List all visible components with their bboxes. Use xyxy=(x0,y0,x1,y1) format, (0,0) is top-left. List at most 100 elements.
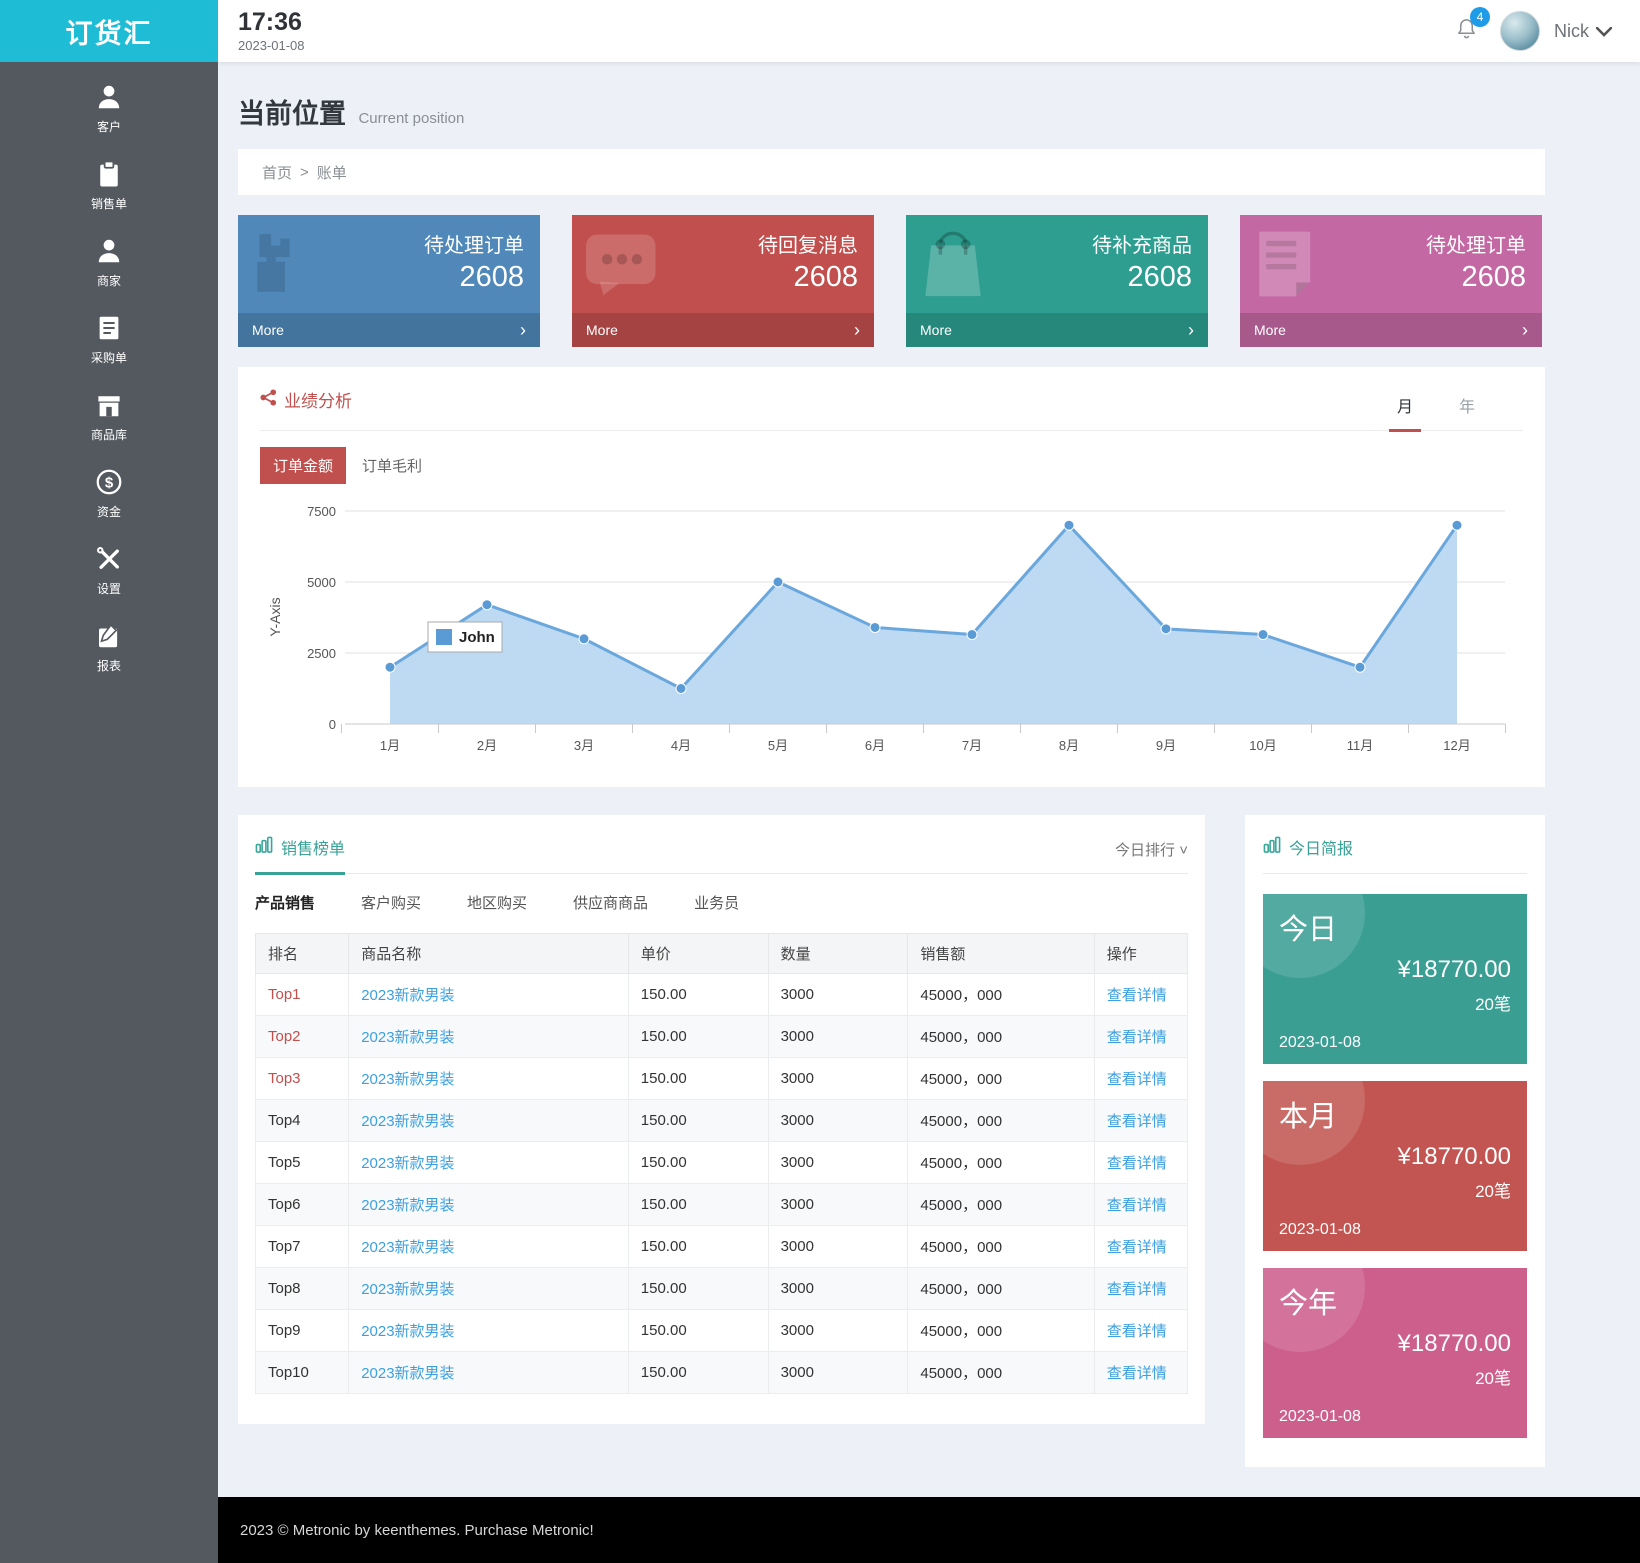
product-link[interactable]: 2023新款男装 xyxy=(361,1071,454,1088)
current-time: 17:36 xyxy=(238,9,305,35)
settings-icon xyxy=(94,544,124,574)
user-menu[interactable]: Nick xyxy=(1554,21,1612,42)
price-cell: 150.00 xyxy=(628,1058,768,1100)
sales-tab-3[interactable]: 供应商商品 xyxy=(573,892,648,913)
product-link[interactable]: 2023新款男装 xyxy=(361,1365,454,1382)
table-row: Top12023新款男装150.00300045000，000查看详情 xyxy=(256,974,1188,1016)
sidebar-item-funds[interactable]: $资金 xyxy=(0,467,218,523)
table-row: Top22023新款男装150.00300045000，000查看详情 xyxy=(256,1016,1188,1058)
product-link[interactable]: 2023新款男装 xyxy=(361,1197,454,1214)
sidebar-item-settings[interactable]: 设置 xyxy=(0,544,218,600)
rank-cell: Top10 xyxy=(256,1352,349,1394)
avatar[interactable] xyxy=(1500,11,1540,51)
product-cell: 2023新款男装 xyxy=(349,1184,629,1226)
view-detail-link[interactable]: 查看详情 xyxy=(1107,1155,1167,1172)
product-link[interactable]: 2023新款男装 xyxy=(361,1029,454,1046)
product-cell: 2023新款男装 xyxy=(349,1058,629,1100)
top-header: 17:36 2023-01-08 4 Nick xyxy=(218,0,1640,62)
sidebar-item-product-store[interactable]: 商品库 xyxy=(0,390,218,446)
amount-cell: 45000，000 xyxy=(908,1100,1094,1142)
sidebar-item-customer[interactable]: 客户 xyxy=(0,82,218,138)
tab-order-amount[interactable]: 订单金额 xyxy=(260,447,346,484)
sidebar-item-report[interactable]: 报表 xyxy=(0,621,218,677)
view-detail-link[interactable]: 查看详情 xyxy=(1107,1239,1167,1256)
document-icon xyxy=(1250,227,1324,306)
table-row: Top82023新款男装150.00300045000，000查看详情 xyxy=(256,1268,1188,1310)
more-link[interactable]: More› xyxy=(238,313,540,347)
briefing-header: 今日简报 xyxy=(1263,835,1527,874)
view-detail-link[interactable]: 查看详情 xyxy=(1107,1197,1167,1214)
sidebar-item-merchant[interactable]: 商家 xyxy=(0,236,218,292)
sales-table: 排名商品名称单价数量销售额操作 Top12023新款男装150.00300045… xyxy=(255,933,1188,1394)
action-cell: 查看详情 xyxy=(1094,1184,1187,1226)
ranking-filter-dropdown[interactable]: 今日排行 ˅ xyxy=(1115,839,1188,873)
page-subtitle: Current position xyxy=(358,110,464,127)
sidebar-item-purchase-order[interactable]: 采购单 xyxy=(0,313,218,369)
bar-chart-icon xyxy=(255,836,273,859)
product-link[interactable]: 2023新款男装 xyxy=(361,987,454,1004)
qty-cell: 3000 xyxy=(768,1352,908,1394)
sales-title: 销售榜单 xyxy=(281,835,345,859)
clock-block: 17:36 2023-01-08 xyxy=(238,9,305,52)
product-link[interactable]: 2023新款男装 xyxy=(361,1323,454,1340)
product-link[interactable]: 2023新款男装 xyxy=(361,1239,454,1256)
action-cell: 查看详情 xyxy=(1094,1058,1187,1100)
action-cell: 查看详情 xyxy=(1094,1352,1187,1394)
user-name: Nick xyxy=(1554,21,1589,42)
sidebar-item-label: 设置 xyxy=(97,580,121,597)
more-link[interactable]: More› xyxy=(1240,313,1542,347)
merchant-icon xyxy=(94,236,124,266)
column-header: 数量 xyxy=(768,934,908,974)
product-cell: 2023新款男装 xyxy=(349,1016,629,1058)
view-detail-link[interactable]: 查看详情 xyxy=(1107,1365,1167,1382)
column-header: 操作 xyxy=(1094,934,1187,974)
briefing-count: 20笔 xyxy=(1279,990,1511,1015)
more-link[interactable]: More› xyxy=(906,313,1208,347)
action-cell: 查看详情 xyxy=(1094,1310,1187,1352)
sales-table-header: 排名商品名称单价数量销售额操作 xyxy=(256,934,1188,974)
tab-order-profit[interactable]: 订单毛利 xyxy=(362,455,422,476)
notification-button[interactable]: 4 xyxy=(1455,16,1478,46)
breadcrumb-home[interactable]: 首页 xyxy=(262,162,292,183)
more-link[interactable]: More› xyxy=(572,313,874,347)
sidebar-item-sales-order[interactable]: 销售单 xyxy=(0,159,218,215)
svg-text:John: John xyxy=(459,629,495,646)
qty-cell: 3000 xyxy=(768,974,908,1016)
period-year-tab[interactable]: 年 xyxy=(1451,393,1483,430)
product-link[interactable]: 2023新款男装 xyxy=(361,1113,454,1130)
sales-title-wrap: 销售榜单 xyxy=(255,835,345,875)
product-cell: 2023新款男装 xyxy=(349,1268,629,1310)
sales-tab-2[interactable]: 地区购买 xyxy=(467,892,527,913)
svg-text:8月: 8月 xyxy=(1059,738,1079,753)
view-detail-link[interactable]: 查看详情 xyxy=(1107,1281,1167,1298)
period-toggle: 月 年 xyxy=(1389,393,1523,430)
product-link[interactable]: 2023新款男装 xyxy=(361,1155,454,1172)
performance-panel: 业绩分析 月 年 订单金额 订单毛利 0250050007500Y-Axis1月… xyxy=(238,367,1545,787)
column-header: 单价 xyxy=(628,934,768,974)
view-detail-link[interactable]: 查看详情 xyxy=(1107,1071,1167,1088)
view-detail-link[interactable]: 查看详情 xyxy=(1107,1323,1167,1340)
product-cell: 2023新款男装 xyxy=(349,1142,629,1184)
sales-tab-1[interactable]: 客户购买 xyxy=(361,892,421,913)
chevron-right-icon: › xyxy=(1522,321,1528,339)
period-month-tab[interactable]: 月 xyxy=(1389,393,1421,432)
sales-tab-4[interactable]: 业务员 xyxy=(694,892,739,913)
qty-cell: 3000 xyxy=(768,1100,908,1142)
sales-tab-0[interactable]: 产品销售 xyxy=(255,892,315,913)
briefing-title: 今日简报 xyxy=(1289,835,1353,859)
svg-text:Y-Axis: Y-Axis xyxy=(267,597,283,636)
performance-header: 业绩分析 月 年 xyxy=(260,367,1523,431)
briefing-label: 本月 xyxy=(1279,1093,1511,1135)
view-detail-link[interactable]: 查看详情 xyxy=(1107,1113,1167,1130)
amount-cell: 45000，000 xyxy=(908,1310,1094,1352)
view-detail-link[interactable]: 查看详情 xyxy=(1107,1029,1167,1046)
qty-cell: 3000 xyxy=(768,1310,908,1352)
app-logo[interactable]: 订货汇 xyxy=(0,0,218,62)
product-link[interactable]: 2023新款男装 xyxy=(361,1281,454,1298)
action-cell: 查看详情 xyxy=(1094,1142,1187,1184)
footer: 2023 © Metronic by keenthemes. Purchase … xyxy=(218,1497,1640,1563)
breadcrumb-current[interactable]: 账单 xyxy=(317,162,347,183)
product-cell: 2023新款男装 xyxy=(349,1100,629,1142)
view-detail-link[interactable]: 查看详情 xyxy=(1107,987,1167,1004)
svg-text:9月: 9月 xyxy=(1156,738,1176,753)
